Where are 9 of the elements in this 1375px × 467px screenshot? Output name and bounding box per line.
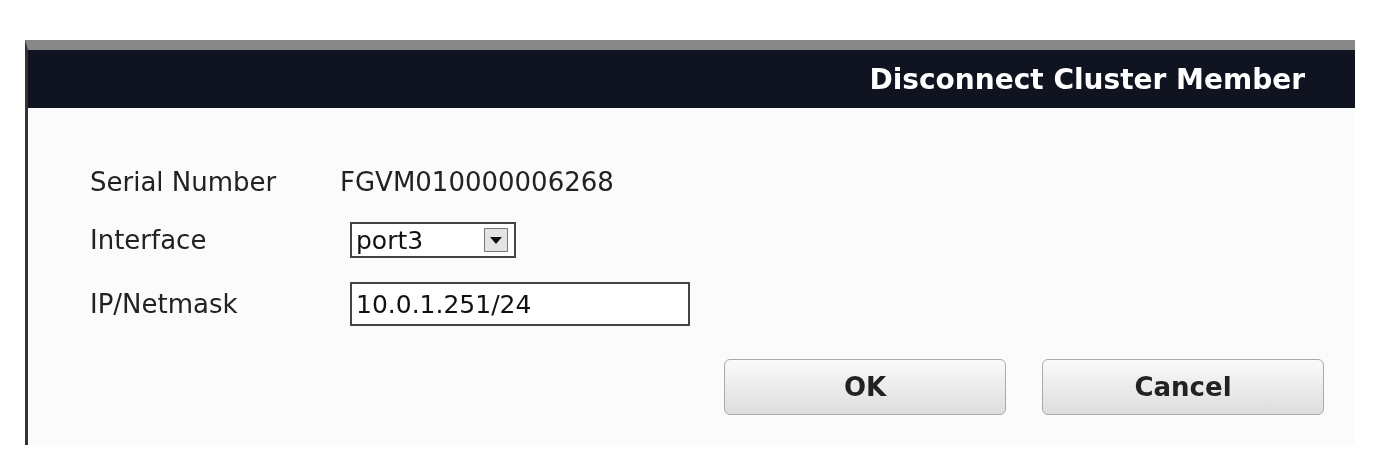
ok-button[interactable]: OK [724, 359, 1006, 415]
field-label: Interface [90, 225, 208, 255]
field-label: Serial Number [90, 167, 278, 197]
interface-dropdown[interactable]: port3 [350, 222, 516, 258]
ip-netmask-field[interactable]: 10.0.1.251/24 [350, 282, 690, 326]
serial-number-value: FGVM010000006268 [340, 167, 614, 197]
field-label: IP/Netmask [90, 289, 239, 319]
dialog-title: Disconnect Cluster Member [869, 62, 1305, 96]
cancel-button[interactable]: Cancel [1042, 359, 1324, 415]
